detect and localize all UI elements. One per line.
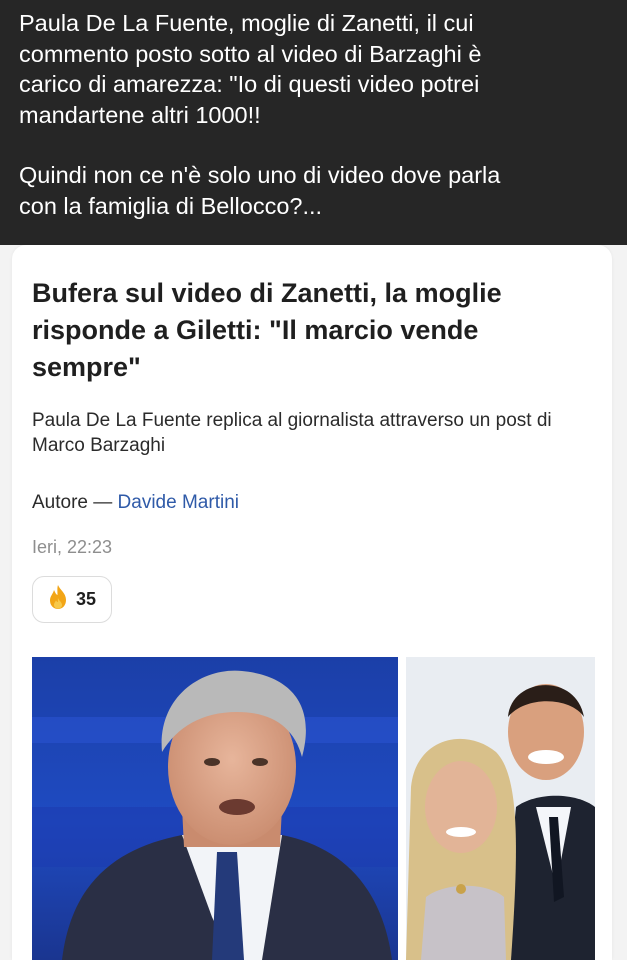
comment-post: Paula De La Fuente, moglie di Zanetti, i…: [0, 0, 627, 245]
post-text-line: Quindi non ce n'è solo uno di video dove…: [19, 162, 501, 188]
reaction-count: 35: [75, 589, 97, 609]
author-link[interactable]: Davide Martini: [118, 492, 239, 513]
article-card[interactable]: Bufera sul video di Zanetti, la moglie r…: [12, 245, 612, 960]
author-label: Autore —: [32, 492, 113, 513]
article-subtitle: Paula De La Fuente replica al giornalist…: [32, 410, 552, 456]
author-line: Autore — Davide Martini: [32, 492, 239, 514]
article-headline[interactable]: Bufera sul video di Zanetti, la moglie r…: [32, 275, 592, 386]
post-text-line: commento posto sotto al video di Barzagh…: [19, 40, 482, 67]
article-photo-right[interactable]: [406, 657, 595, 960]
article-date: Ieri, 22:23: [32, 537, 113, 557]
post-text-line: carico di amarezza: "Io di questi video …: [19, 71, 480, 97]
post-text-line: Paula De La Fuente, moglie di Zanetti, i…: [19, 10, 474, 36]
post-text-line: con la famiglia di Bellocco?...: [19, 192, 323, 219]
post-text-line: mandartene altri 1000!!: [19, 101, 261, 128]
article-photo-left[interactable]: [32, 657, 398, 960]
fire-icon: [48, 584, 68, 615]
reaction-button[interactable]: 35: [32, 576, 112, 623]
